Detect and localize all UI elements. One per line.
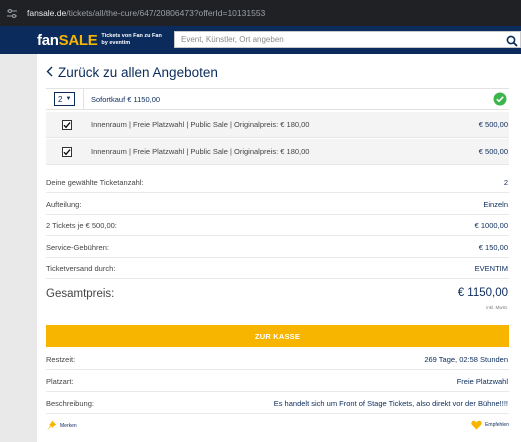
site-settings-icon[interactable] — [7, 8, 17, 18]
quantity-select[interactable]: 2 ▼ — [54, 92, 75, 106]
info-description: Beschreibung: Es handelt sich um Front o… — [46, 392, 509, 414]
url-domain: fansale.de — [27, 8, 67, 18]
summary-label: Ticketversand durch: — [46, 264, 116, 273]
browser-url-bar[interactable]: fansale.de/tickets/all/the-cure/647/2080… — [0, 0, 521, 26]
checkout-button[interactable]: ZUR KASSE — [46, 325, 509, 347]
offer-panel: Zurück zu allen Angeboten 2 ▼ Sofortkauf… — [37, 54, 521, 442]
info-label: Restzeit: — [46, 355, 76, 364]
search-input[interactable] — [175, 35, 495, 44]
total-price: Gesamtpreis: € 1150,00 inkl. MwSt. — [46, 280, 509, 316]
summary-subtotal: 2 Tickets je € 500,00: € 1000,00 — [46, 215, 509, 236]
offer-actions: Merken Empfehlen — [46, 418, 509, 434]
ticket-price: € 500,00 — [478, 147, 508, 156]
logo-wordmark: fanSALE — [37, 31, 98, 49]
checkmark-icon — [63, 122, 71, 129]
summary-value: 2 — [503, 178, 508, 187]
summary-value: Einzeln — [483, 200, 508, 209]
back-label: Zurück zu allen Angeboten — [58, 65, 218, 80]
url-path: /tickets/all/the-cure/647/20806473?offer… — [66, 8, 266, 18]
offer-row: 2 ▼ Sofortkauf € 1150,00 — [46, 88, 509, 110]
info-remaining-time: Restzeit: 269 Tage, 02:58 Stunden — [46, 348, 509, 370]
logo-sale: SALE — [58, 31, 98, 49]
summary-value: EVENTIM — [474, 264, 508, 273]
summary-value: € 150,00 — [478, 243, 508, 252]
checkmark-icon — [63, 149, 71, 156]
search-box — [174, 31, 521, 48]
summary-label: Deine gewählte Ticketanzahl: — [46, 178, 144, 187]
logo-tagline-1: Tickets von Fan zu Fan — [101, 33, 162, 39]
ticket-description: Innenraum | Freie Platzwahl | Public Sal… — [91, 147, 310, 156]
ticket-price: € 500,00 — [478, 120, 508, 129]
ticket-row: Innenraum | Freie Platzwahl | Public Sal… — [46, 139, 509, 165]
info-value: Es handelt sich um Front of Stage Ticket… — [273, 399, 508, 408]
check-circle-icon — [493, 92, 507, 111]
total-label: Gesamtpreis: — [46, 288, 115, 300]
summary-label: 2 Tickets je € 500,00: — [46, 221, 117, 230]
pin-icon — [47, 420, 57, 431]
remember-button[interactable]: Merken — [46, 420, 77, 431]
ticket-row: Innenraum | Freie Platzwahl | Public Sal… — [46, 112, 509, 138]
summary-split: Aufteilung: Einzeln — [46, 194, 509, 215]
info-value: 269 Tage, 02:58 Stunden — [424, 355, 508, 364]
chevron-left-icon — [46, 65, 53, 80]
dropdown-arrow-icon: ▼ — [65, 96, 72, 102]
recommend-label: Empfehlen — [485, 422, 509, 428]
info-label: Platzart: — [46, 377, 74, 386]
info-value: Freie Platzwahl — [456, 377, 508, 386]
ticket-checkbox[interactable] — [62, 147, 72, 157]
url-text[interactable]: fansale.de/tickets/all/the-cure/647/2080… — [27, 8, 265, 18]
recommend-button[interactable]: Empfehlen — [471, 420, 509, 430]
ticket-checkbox[interactable] — [62, 120, 72, 130]
remember-label: Merken — [60, 422, 77, 429]
summary-shipping: Ticketversand durch: EVENTIM — [46, 258, 509, 279]
quantity-value: 2 — [58, 94, 63, 104]
info-seat-type: Platzart: Freie Platzwahl — [46, 370, 509, 392]
summary-service-fees: Service-Gebühren: € 150,00 — [46, 237, 509, 258]
heart-icon — [471, 420, 482, 430]
logo-fan: fan — [37, 31, 59, 49]
offer-label: Sofortkauf € 1150,00 — [91, 94, 161, 104]
ticket-description: Innenraum | Freie Platzwahl | Public Sal… — [91, 120, 310, 129]
info-label: Beschreibung: — [46, 399, 94, 408]
site-header: fanSALE Tickets von Fan zu Fan by eventi… — [0, 26, 521, 54]
logo-tagline-2: by eventim — [101, 40, 131, 46]
logo-tagline: Tickets von Fan zu Fan by eventim — [101, 33, 161, 47]
search-icon[interactable] — [506, 34, 518, 52]
summary-value: € 1000,00 — [474, 221, 508, 230]
summary-label: Aufteilung: — [46, 200, 82, 209]
summary-label: Service-Gebühren: — [46, 243, 109, 252]
vat-note: inkl. MwSt. — [486, 305, 508, 310]
summary-ticket-count: Deine gewählte Ticketanzahl: 2 — [46, 172, 509, 193]
back-to-offers-link[interactable]: Zurück zu allen Angeboten — [46, 65, 218, 80]
fansale-logo[interactable]: fanSALE Tickets von Fan zu Fan by eventi… — [37, 32, 162, 49]
total-value: € 1150,00 — [457, 287, 508, 299]
divider — [83, 89, 84, 110]
